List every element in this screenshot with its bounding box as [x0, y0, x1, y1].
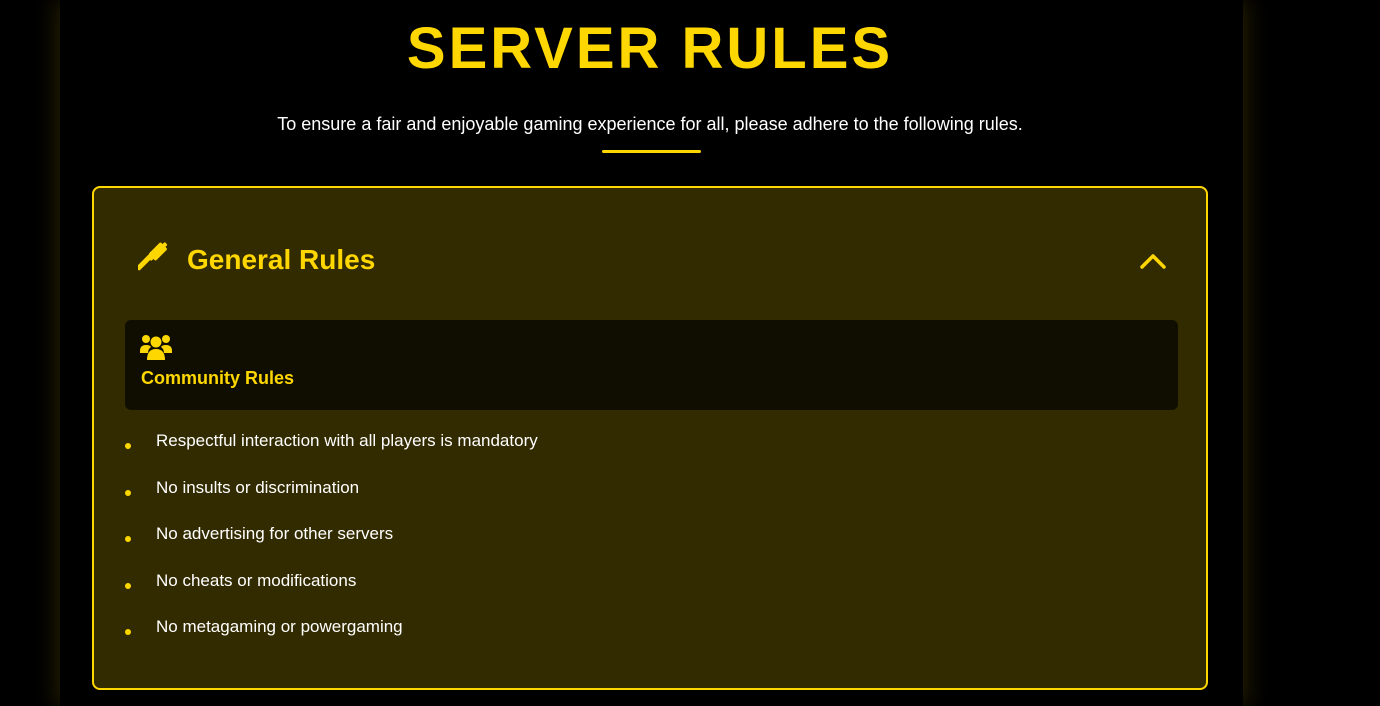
general-rules-panel: General Rules Community Rules Respectful… [92, 186, 1208, 690]
rule-text: No advertising for other servers [156, 524, 394, 543]
bullet-icon [125, 536, 131, 542]
section-title: General Rules [187, 244, 376, 275]
rule-text: Respectful interaction with all players … [156, 431, 538, 450]
general-rules-toggle[interactable]: General Rules [138, 240, 1168, 280]
gavel-icon [138, 242, 168, 271]
rule-item: No insults or discrimination [125, 473, 538, 520]
title-divider [602, 150, 701, 153]
community-rules-card: Community Rules [125, 320, 1178, 410]
category-title: Community Rules [141, 368, 295, 388]
rule-text: No insults or discrimination [156, 477, 360, 497]
page-title: SERVER RULES [406, 16, 894, 81]
bullet-icon [125, 489, 131, 496]
rule-item: No cheats or modifications [125, 566, 538, 613]
users-icon [140, 335, 172, 360]
rule-item: Respectful interaction with all players … [125, 426, 538, 473]
rule-item: No metagaming or powergaming [125, 612, 538, 659]
chevron-up-icon[interactable] [1138, 246, 1168, 276]
rules-list: Respectful interaction with all players … [125, 426, 538, 659]
bullet-icon [125, 629, 131, 635]
rule-text: No cheats or modifications [156, 570, 357, 590]
rule-text: No metagaming or powergaming [156, 617, 403, 636]
rule-item: No advertising for other servers [125, 519, 538, 566]
bullet-icon [125, 443, 131, 449]
bullet-icon [125, 582, 131, 589]
page: SERVER RULES To ensure a fair and enjoya… [0, 0, 1380, 706]
page-subtitle: To ensure a fair and enjoyable gaming ex… [277, 114, 1023, 134]
